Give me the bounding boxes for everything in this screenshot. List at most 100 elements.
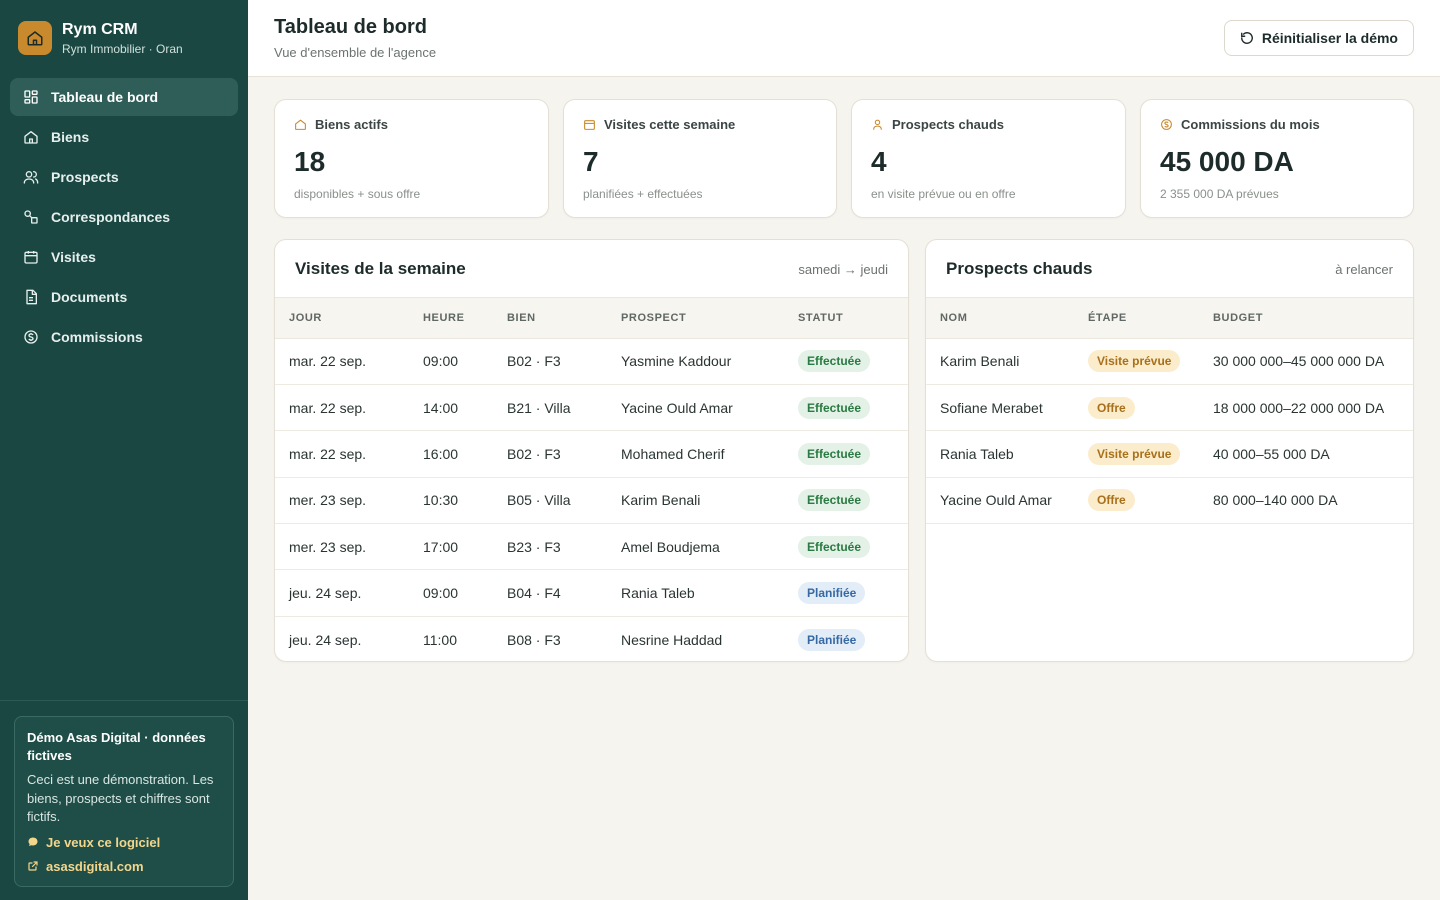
column-header-stage[interactable]: ÉTAPE bbox=[1074, 298, 1199, 339]
table-row[interactable]: jeu. 24 sep. 11:00 B08 · F3 Nesrine Haddad P… bbox=[275, 616, 908, 661]
column-header-prospect[interactable]: PROSPECT bbox=[607, 298, 784, 339]
stat-label: Prospects chauds bbox=[871, 117, 1004, 132]
visit-property: B04 · F4 bbox=[493, 569, 607, 617]
panel-header: Prospects chauds à relancer bbox=[926, 240, 1413, 298]
nav-item-commissions[interactable]: Commissions bbox=[10, 318, 238, 356]
want-software-link[interactable]: Je veux ce logiciel bbox=[27, 835, 221, 850]
stat-label: Biens actifs bbox=[294, 117, 388, 132]
prospect-budget: 40 000–55 000 DA bbox=[1199, 430, 1413, 478]
coin-icon bbox=[1161, 119, 1172, 130]
column-header-status[interactable]: STATUT bbox=[784, 298, 908, 339]
table-row[interactable]: mer. 23 sep. 17:00 B23 · F3 Amel Boudjema Ef… bbox=[275, 523, 908, 571]
nav-item-visites[interactable]: Visites bbox=[10, 238, 238, 276]
hot-prospects-panel: Prospects chauds à relancer NOM ÉTAPE BU… bbox=[925, 239, 1414, 662]
table-row[interactable]: Sofiane Merabet Offre 18 000 000–22 000 00… bbox=[926, 384, 1413, 432]
prospect-name: Sofiane Merabet bbox=[926, 384, 1074, 432]
stat-card-monthly-commissions: Commissions du mois 45 000 DA 2 355 000 … bbox=[1140, 99, 1414, 218]
nav-label: Visites bbox=[51, 249, 96, 265]
nav-label: Correspondances bbox=[51, 209, 171, 225]
prospect-name: Karim Benali bbox=[926, 338, 1074, 385]
prospect-stage-cell: Visite prévue bbox=[1074, 338, 1199, 385]
visit-day: jeu. 24 sep. bbox=[275, 616, 409, 661]
panel-header: Visites de la semaine samedi → jeudi bbox=[275, 240, 908, 298]
visit-property: B02 · F3 bbox=[493, 430, 607, 478]
column-header-property[interactable]: BIEN bbox=[493, 298, 607, 339]
nav-label: Commissions bbox=[51, 329, 143, 345]
visit-property: B08 · F3 bbox=[493, 616, 607, 661]
visit-property: B21 · Villa bbox=[493, 384, 607, 432]
demo-notice-text: Ceci est une démonstration. Les biens, p… bbox=[27, 772, 214, 824]
coin-icon bbox=[24, 330, 38, 344]
stat-note: en visite prévue ou en offre bbox=[871, 187, 1016, 201]
dashboard-icon bbox=[24, 90, 38, 104]
stat-label: Visites cette semaine bbox=[583, 117, 735, 132]
prospect-budget: 18 000 000–22 000 000 DA bbox=[1199, 384, 1413, 432]
stage-badge: Visite prévue bbox=[1088, 442, 1181, 465]
status-badge: Effectuée bbox=[798, 535, 871, 558]
reset-demo-button[interactable]: Réinitialiser la démo bbox=[1223, 20, 1414, 56]
visit-prospect: Rania Taleb bbox=[607, 569, 784, 617]
hot-prospects-table: NOM ÉTAPE BUDGET Karim Benali Visite prév… bbox=[926, 298, 1413, 525]
table-row[interactable]: mar. 22 sep. 16:00 B02 · F3 Mohamed Cherif E… bbox=[275, 430, 908, 478]
column-header-name[interactable]: NOM bbox=[926, 298, 1074, 339]
website-link[interactable]: asasdigital.com bbox=[27, 859, 221, 874]
stat-card-active-properties: Biens actifs 18 disponibles + sous offre bbox=[274, 99, 549, 218]
nav-item-biens[interactable]: Biens bbox=[10, 118, 238, 156]
table-row[interactable]: Rania Taleb Visite prévue 40 000–55 000 DA bbox=[926, 430, 1413, 478]
status-badge: Planifiée bbox=[798, 582, 866, 605]
stat-card-hot-prospects: Prospects chauds 4 en visite prévue ou e… bbox=[851, 99, 1126, 218]
visit-day: mar. 22 sep. bbox=[275, 430, 409, 478]
prospect-stage-cell: Offre bbox=[1074, 384, 1199, 432]
stat-label: Commissions du mois bbox=[1160, 117, 1320, 132]
visit-time: 09:00 bbox=[409, 338, 493, 385]
main-nav: Tableau de bord Biens Prospects Correspo… bbox=[0, 76, 248, 360]
visit-status-cell: Effectuée bbox=[784, 430, 908, 478]
table-row[interactable]: mar. 22 sep. 09:00 B02 · F3 Yasmine Kaddour… bbox=[275, 338, 908, 385]
match-icon bbox=[24, 210, 38, 224]
stat-label-text: Biens actifs bbox=[315, 117, 388, 132]
visit-prospect: Karim Benali bbox=[607, 477, 784, 525]
table-row[interactable]: jeu. 24 sep. 09:00 B04 · F4 Rania Taleb Plan… bbox=[275, 569, 908, 617]
document-icon bbox=[26, 289, 37, 305]
weekly-visits-panel: Visites de la semaine samedi → jeudi JOU… bbox=[274, 239, 909, 662]
nav-item-dashboard[interactable]: Tableau de bord bbox=[10, 78, 238, 116]
stat-value: 18 bbox=[294, 146, 326, 177]
visit-day: mer. 23 sep. bbox=[275, 477, 409, 525]
nav-item-correspondances[interactable]: Correspondances bbox=[10, 198, 238, 236]
brand[interactable]: Rym CRM Rym Immobilier · Oran bbox=[0, 0, 248, 76]
visit-status-cell: Planifiée bbox=[784, 569, 908, 617]
nav-label: Biens bbox=[51, 129, 90, 145]
stat-note: disponibles + sous offre bbox=[294, 187, 421, 201]
table-row[interactable]: mer. 23 sep. 10:30 B05 · Villa Karim Benali… bbox=[275, 477, 908, 525]
table-row[interactable]: Yacine Ould Amar Offre 80 000–140 000 DA bbox=[926, 477, 1413, 525]
table-row[interactable]: mar. 22 sep. 14:00 B21 · Villa Yacine Ould … bbox=[275, 384, 908, 432]
page-header: Tableau de bord Vue d'ensemble de l'agen… bbox=[248, 0, 1440, 77]
stat-note: planifiées + effectuées bbox=[583, 187, 703, 201]
reset-demo-label: Réinitialiser la démo bbox=[1261, 30, 1398, 46]
nav-item-prospects[interactable]: Prospects bbox=[10, 158, 238, 196]
table-row[interactable]: Karim Benali Visite prévue 30 000 000–45 0… bbox=[926, 338, 1413, 385]
visit-prospect: Amel Boudjema bbox=[607, 523, 784, 571]
visit-property: B05 · Villa bbox=[493, 477, 607, 525]
stat-label-text: Prospects chauds bbox=[892, 117, 1004, 132]
column-header-time[interactable]: HEURE bbox=[409, 298, 493, 339]
visit-status-cell: Effectuée bbox=[784, 523, 908, 571]
status-badge: Planifiée bbox=[798, 628, 866, 651]
visit-time: 10:30 bbox=[409, 477, 493, 525]
table-header-row: JOUR HEURE BIEN PROSPECT STATUT bbox=[275, 298, 908, 339]
external-link-icon bbox=[28, 861, 38, 871]
column-header-day[interactable]: JOUR bbox=[275, 298, 409, 339]
visit-time: 16:00 bbox=[409, 430, 493, 478]
status-badge: Effectuée bbox=[798, 396, 871, 419]
sidebar: Rym CRM Rym Immobilier · Oran Tableau de… bbox=[0, 0, 248, 900]
column-header-budget[interactable]: BUDGET bbox=[1199, 298, 1413, 339]
house-logo-icon bbox=[18, 21, 52, 55]
nav-item-documents[interactable]: Documents bbox=[10, 278, 238, 316]
prospect-name: Yacine Ould Amar bbox=[926, 477, 1074, 525]
visit-prospect: Nesrine Haddad bbox=[607, 616, 784, 661]
stat-value: 4 bbox=[871, 146, 887, 177]
users-icon bbox=[23, 171, 39, 184]
visit-day: mar. 22 sep. bbox=[275, 338, 409, 385]
prospect-name: Rania Taleb bbox=[926, 430, 1074, 478]
brand-name: Rym CRM bbox=[62, 20, 138, 38]
